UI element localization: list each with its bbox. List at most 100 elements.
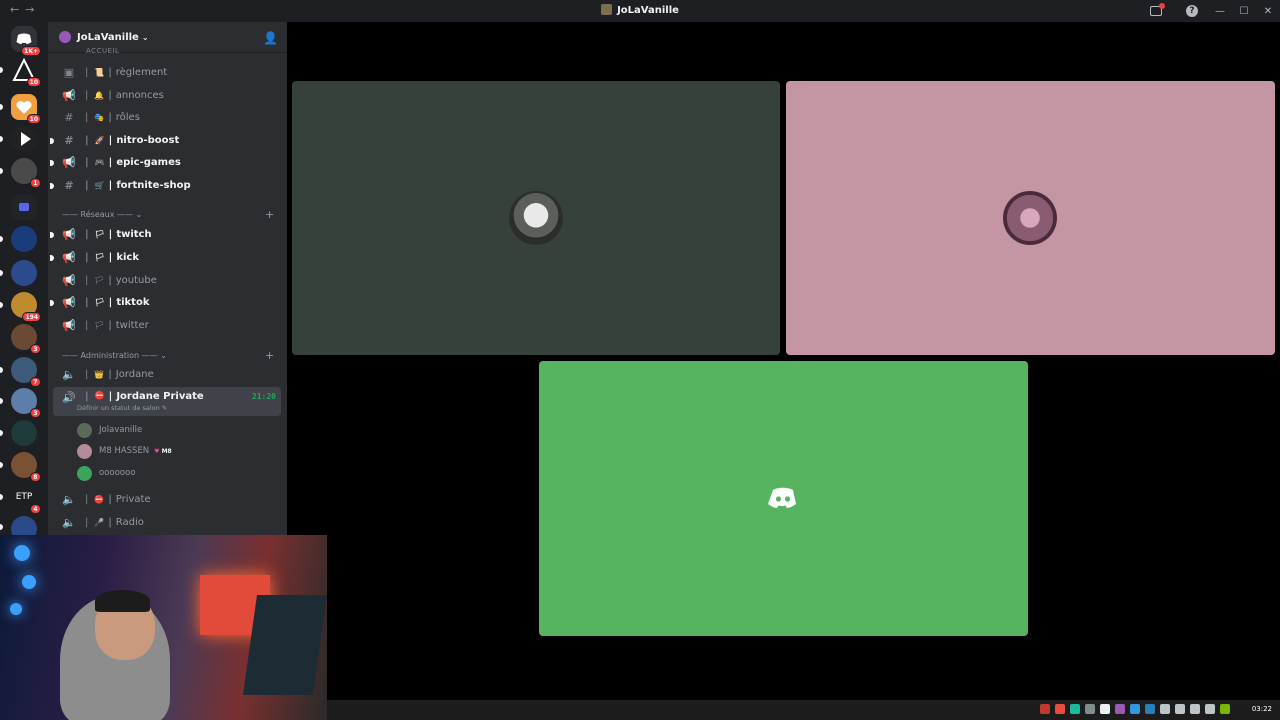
avatar bbox=[77, 465, 92, 481]
app-icon[interactable] bbox=[1100, 704, 1110, 714]
megaphone-icon: 📢 bbox=[62, 228, 76, 241]
add-member-icon[interactable]: 👤 bbox=[263, 31, 278, 45]
server-icon-etp[interactable]: ETP 4 bbox=[11, 484, 41, 514]
unread-indicator bbox=[50, 160, 54, 166]
video-tile-m8-hassen[interactable] bbox=[786, 81, 1275, 355]
channel-reglement[interactable]: ▣ | 📜 | règlement bbox=[53, 62, 281, 83]
gamepad-icon: 🎮 bbox=[94, 158, 105, 167]
megaphone-icon: 📢 bbox=[62, 89, 76, 102]
user-avatar bbox=[1003, 191, 1057, 245]
voice-channel-radio[interactable]: 🔈 | 🎤 | Radio bbox=[53, 512, 281, 533]
unread-indicator bbox=[0, 430, 3, 436]
flag-icon: 🏳 bbox=[94, 276, 105, 285]
unread-indicator bbox=[50, 300, 54, 306]
flag-icon: 🏳 bbox=[94, 321, 105, 330]
channel-twitter[interactable]: 📢 | 🏳 | twitter bbox=[53, 315, 281, 336]
app-icon[interactable] bbox=[1085, 704, 1095, 714]
server-header[interactable]: JoLaVanille ⌄ 👤 bbox=[48, 22, 287, 53]
channel-annonces[interactable]: 📢 | 🔔 | annonces bbox=[53, 85, 281, 106]
video-tile-jolavanille[interactable] bbox=[292, 81, 780, 355]
display-icon[interactable] bbox=[1175, 704, 1185, 714]
server-icon-a[interactable]: 10 bbox=[11, 57, 41, 87]
bluetooth-icon[interactable] bbox=[1145, 704, 1155, 714]
channel-sidebar: JoLaVanille ⌄ 👤 ACCUEIL ▣ | 📜 | règlement 📢 |… bbox=[48, 22, 287, 535]
unread-indicator bbox=[50, 138, 54, 144]
maximize-button[interactable]: ☐ bbox=[1232, 6, 1256, 17]
help-icon[interactable]: ? bbox=[1186, 5, 1198, 17]
server-icon-trophy[interactable]: 7 bbox=[11, 357, 41, 387]
taskbar-clock[interactable]: 03:22 bbox=[1252, 705, 1272, 713]
home-button[interactable]: 1K+ bbox=[11, 26, 41, 56]
channel-fortnite-shop[interactable]: # | 🛒 | fortnite-shop bbox=[50, 175, 281, 196]
inbox-icon[interactable] bbox=[1150, 3, 1165, 16]
server-icon-game[interactable] bbox=[11, 260, 37, 286]
discord-logo-icon bbox=[768, 487, 796, 508]
channel-twitch[interactable]: 📢 | 🏳 | twitch bbox=[50, 224, 281, 245]
voice-user-jolavanille[interactable]: Jolavanille bbox=[77, 420, 142, 440]
unread-indicator bbox=[50, 255, 54, 261]
server-icon-group[interactable]: 8 bbox=[11, 452, 41, 482]
record-icon[interactable] bbox=[1055, 704, 1065, 714]
server-icon-starea[interactable] bbox=[11, 126, 37, 152]
server-icon-person[interactable]: 3 bbox=[11, 388, 41, 418]
volume-icon[interactable] bbox=[1205, 704, 1215, 714]
channel-tiktok[interactable]: 📢 | 🏳 | tiktok bbox=[50, 292, 281, 313]
user-avatar bbox=[509, 191, 563, 245]
category-accueil[interactable]: ACCUEIL bbox=[86, 47, 119, 55]
channel-youtube[interactable]: 📢 | 🏳 | youtube bbox=[53, 270, 281, 291]
channel-epic-games[interactable]: 📢 | 🎮 | epic-games bbox=[50, 152, 281, 173]
system-tray bbox=[1040, 704, 1230, 714]
flag-icon: 🏳 bbox=[94, 298, 105, 307]
channel-roles[interactable]: # | 🎭 | rôles bbox=[53, 107, 281, 128]
minimize-button[interactable]: — bbox=[1208, 6, 1232, 17]
speaker-icon: 🔈 bbox=[62, 368, 76, 381]
channel-status[interactable]: Définir un statut de salon ✎ bbox=[77, 404, 167, 412]
voice-user-m8-hassen[interactable]: M8 HASSEN ♥ M8 bbox=[77, 441, 172, 461]
nvidia-icon[interactable] bbox=[1220, 704, 1230, 714]
unread-indicator bbox=[0, 494, 3, 500]
category-administration[interactable]: —— Administration —— ⌄ bbox=[62, 351, 167, 360]
server-icon-dark[interactable]: 1 bbox=[11, 158, 41, 188]
server-icon-face[interactable]: 3 bbox=[11, 324, 41, 354]
window-controls: ? — ☐ ✕ bbox=[1150, 0, 1280, 22]
voice-channel-jordane-private[interactable]: 🔊 | ⛔ | Jordane Private 21:20 Définir un sta… bbox=[53, 387, 281, 416]
server-icon-sword[interactable] bbox=[11, 420, 37, 446]
server-icon-heart[interactable]: 10 bbox=[11, 94, 41, 124]
unread-indicator bbox=[0, 270, 3, 276]
channel-kick[interactable]: 📢 | 🏳 | kick bbox=[50, 247, 281, 268]
app-icon[interactable] bbox=[1115, 704, 1125, 714]
video-tile-ooooooo[interactable] bbox=[539, 361, 1028, 636]
app-icon[interactable] bbox=[1070, 704, 1080, 714]
add-channel-icon[interactable]: + bbox=[265, 349, 274, 362]
server-icon-p[interactable]: 194 bbox=[11, 292, 41, 322]
speaker-icon: 🔊 bbox=[62, 391, 76, 404]
hashtag-icon: # bbox=[64, 179, 74, 192]
flag-icon: 🏳 bbox=[94, 230, 105, 239]
close-button[interactable]: ✕ bbox=[1256, 6, 1280, 17]
unread-indicator bbox=[50, 232, 54, 238]
server-icon-src[interactable] bbox=[11, 226, 37, 252]
rules-icon: ▣ bbox=[63, 66, 75, 79]
voice-user-ooooooo[interactable]: ooooooo bbox=[77, 463, 135, 483]
webcam-overlay bbox=[0, 535, 327, 720]
add-channel-icon[interactable]: + bbox=[265, 208, 274, 221]
usb-icon[interactable] bbox=[1160, 704, 1170, 714]
voice-channel-jordane[interactable]: 🔈 | 👑 | Jordane bbox=[53, 364, 281, 385]
category-reseaux[interactable]: —— Réseaux —— ⌄ bbox=[62, 210, 142, 219]
unread-indicator bbox=[0, 462, 3, 468]
mic-muted-icon[interactable] bbox=[1040, 704, 1050, 714]
server-icon bbox=[59, 31, 71, 43]
network-icon[interactable] bbox=[1190, 704, 1200, 714]
unread-indicator bbox=[0, 67, 3, 73]
voice-channel-private[interactable]: 🔈 | ⛔ | Private bbox=[53, 489, 281, 510]
channel-nitro-boost[interactable]: # | 🚀 | nitro-boost bbox=[50, 130, 281, 151]
steam-icon[interactable] bbox=[1130, 704, 1140, 714]
unread-indicator bbox=[0, 104, 3, 110]
window-title: JoLaVanille bbox=[0, 4, 1280, 16]
title-bar: ←→ JoLaVanille ? — ☐ ✕ bbox=[0, 0, 1280, 22]
hashtag-icon: # bbox=[64, 134, 74, 147]
hashtag-icon: # bbox=[64, 111, 74, 124]
server-folder[interactable] bbox=[11, 194, 37, 220]
speaker-icon: 🔈 bbox=[62, 516, 76, 529]
bell-icon: 🔔 bbox=[94, 91, 105, 100]
